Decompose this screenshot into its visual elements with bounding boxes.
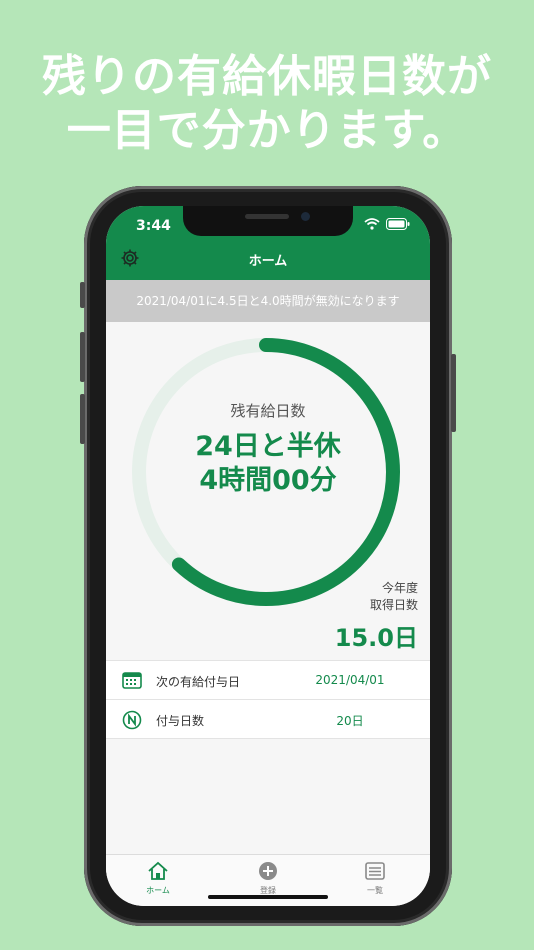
- camera: [301, 212, 310, 221]
- app-screen: 3:44 ホーム 2021/04/01に4.5日と4.0時間が無効になります 残…: [106, 206, 430, 906]
- n-circle-icon: [122, 710, 142, 730]
- remaining-label: 残有給日数: [230, 402, 306, 420]
- side-button: [451, 354, 456, 432]
- home-indicator: [208, 895, 328, 899]
- next-grant-date-label: 次の有給付与日: [156, 675, 241, 689]
- home-content: 残有給日数 24日と半休 4時間00分 今年度 取得日数 15.0日 次の有給付…: [106, 322, 430, 854]
- phone-frame: 3:44 ホーム 2021/04/01に4.5日と4.0時間が無効になります 残…: [80, 186, 456, 926]
- info-list: 次の有給付与日 2021/04/01 付与日数 20日: [106, 660, 430, 739]
- remaining-value: 24日と半休 4時間00分: [146, 430, 390, 498]
- expiry-notice: 2021/04/01に4.5日と4.0時間が無効になります: [106, 280, 430, 322]
- nav-title: ホーム: [248, 254, 288, 269]
- this-year-label: 今年度 取得日数: [370, 580, 418, 614]
- speaker: [245, 214, 289, 219]
- status-icons: [364, 218, 410, 230]
- headline: 残りの有給休暇日数が 一目で分かります。: [0, 50, 534, 158]
- home-icon: [148, 861, 168, 880]
- list-item: 次の有給付与日 2021/04/01: [106, 661, 430, 700]
- tab-home-label: ホーム: [146, 886, 170, 895]
- tab-register[interactable]: 登録: [233, 861, 303, 896]
- headline-line-2: 一目で分かります。: [66, 105, 468, 156]
- volume-up-button: [80, 332, 85, 382]
- tab-home[interactable]: ホーム: [123, 861, 193, 896]
- plus-circle-icon: [259, 862, 277, 880]
- this-year-label-1: 今年度: [381, 581, 418, 595]
- calendar-icon: [122, 672, 142, 689]
- grant-days-label: 付与日数: [156, 714, 205, 728]
- grant-days-value: 20日: [336, 714, 364, 728]
- battery-icon: [386, 218, 410, 230]
- notch: [183, 206, 353, 236]
- headline-line-1: 残りの有給休暇日数が: [42, 51, 492, 102]
- list-icon: [365, 862, 385, 880]
- wifi-icon: [364, 218, 380, 230]
- status-time: 3:44: [136, 218, 171, 234]
- remaining-days: 24日と半休: [195, 431, 341, 462]
- next-grant-date-value: 2021/04/01: [315, 673, 385, 687]
- this-year-value: 15.0日: [334, 624, 418, 652]
- list-item: 付与日数 20日: [106, 700, 430, 739]
- volume-down-button: [80, 394, 85, 444]
- tab-list[interactable]: 一覧: [340, 861, 410, 896]
- this-year-label-2: 取得日数: [369, 598, 418, 612]
- tab-list-label: 一覧: [367, 886, 383, 895]
- mute-switch: [80, 282, 85, 308]
- remaining-hours: 4時間00分: [199, 465, 337, 496]
